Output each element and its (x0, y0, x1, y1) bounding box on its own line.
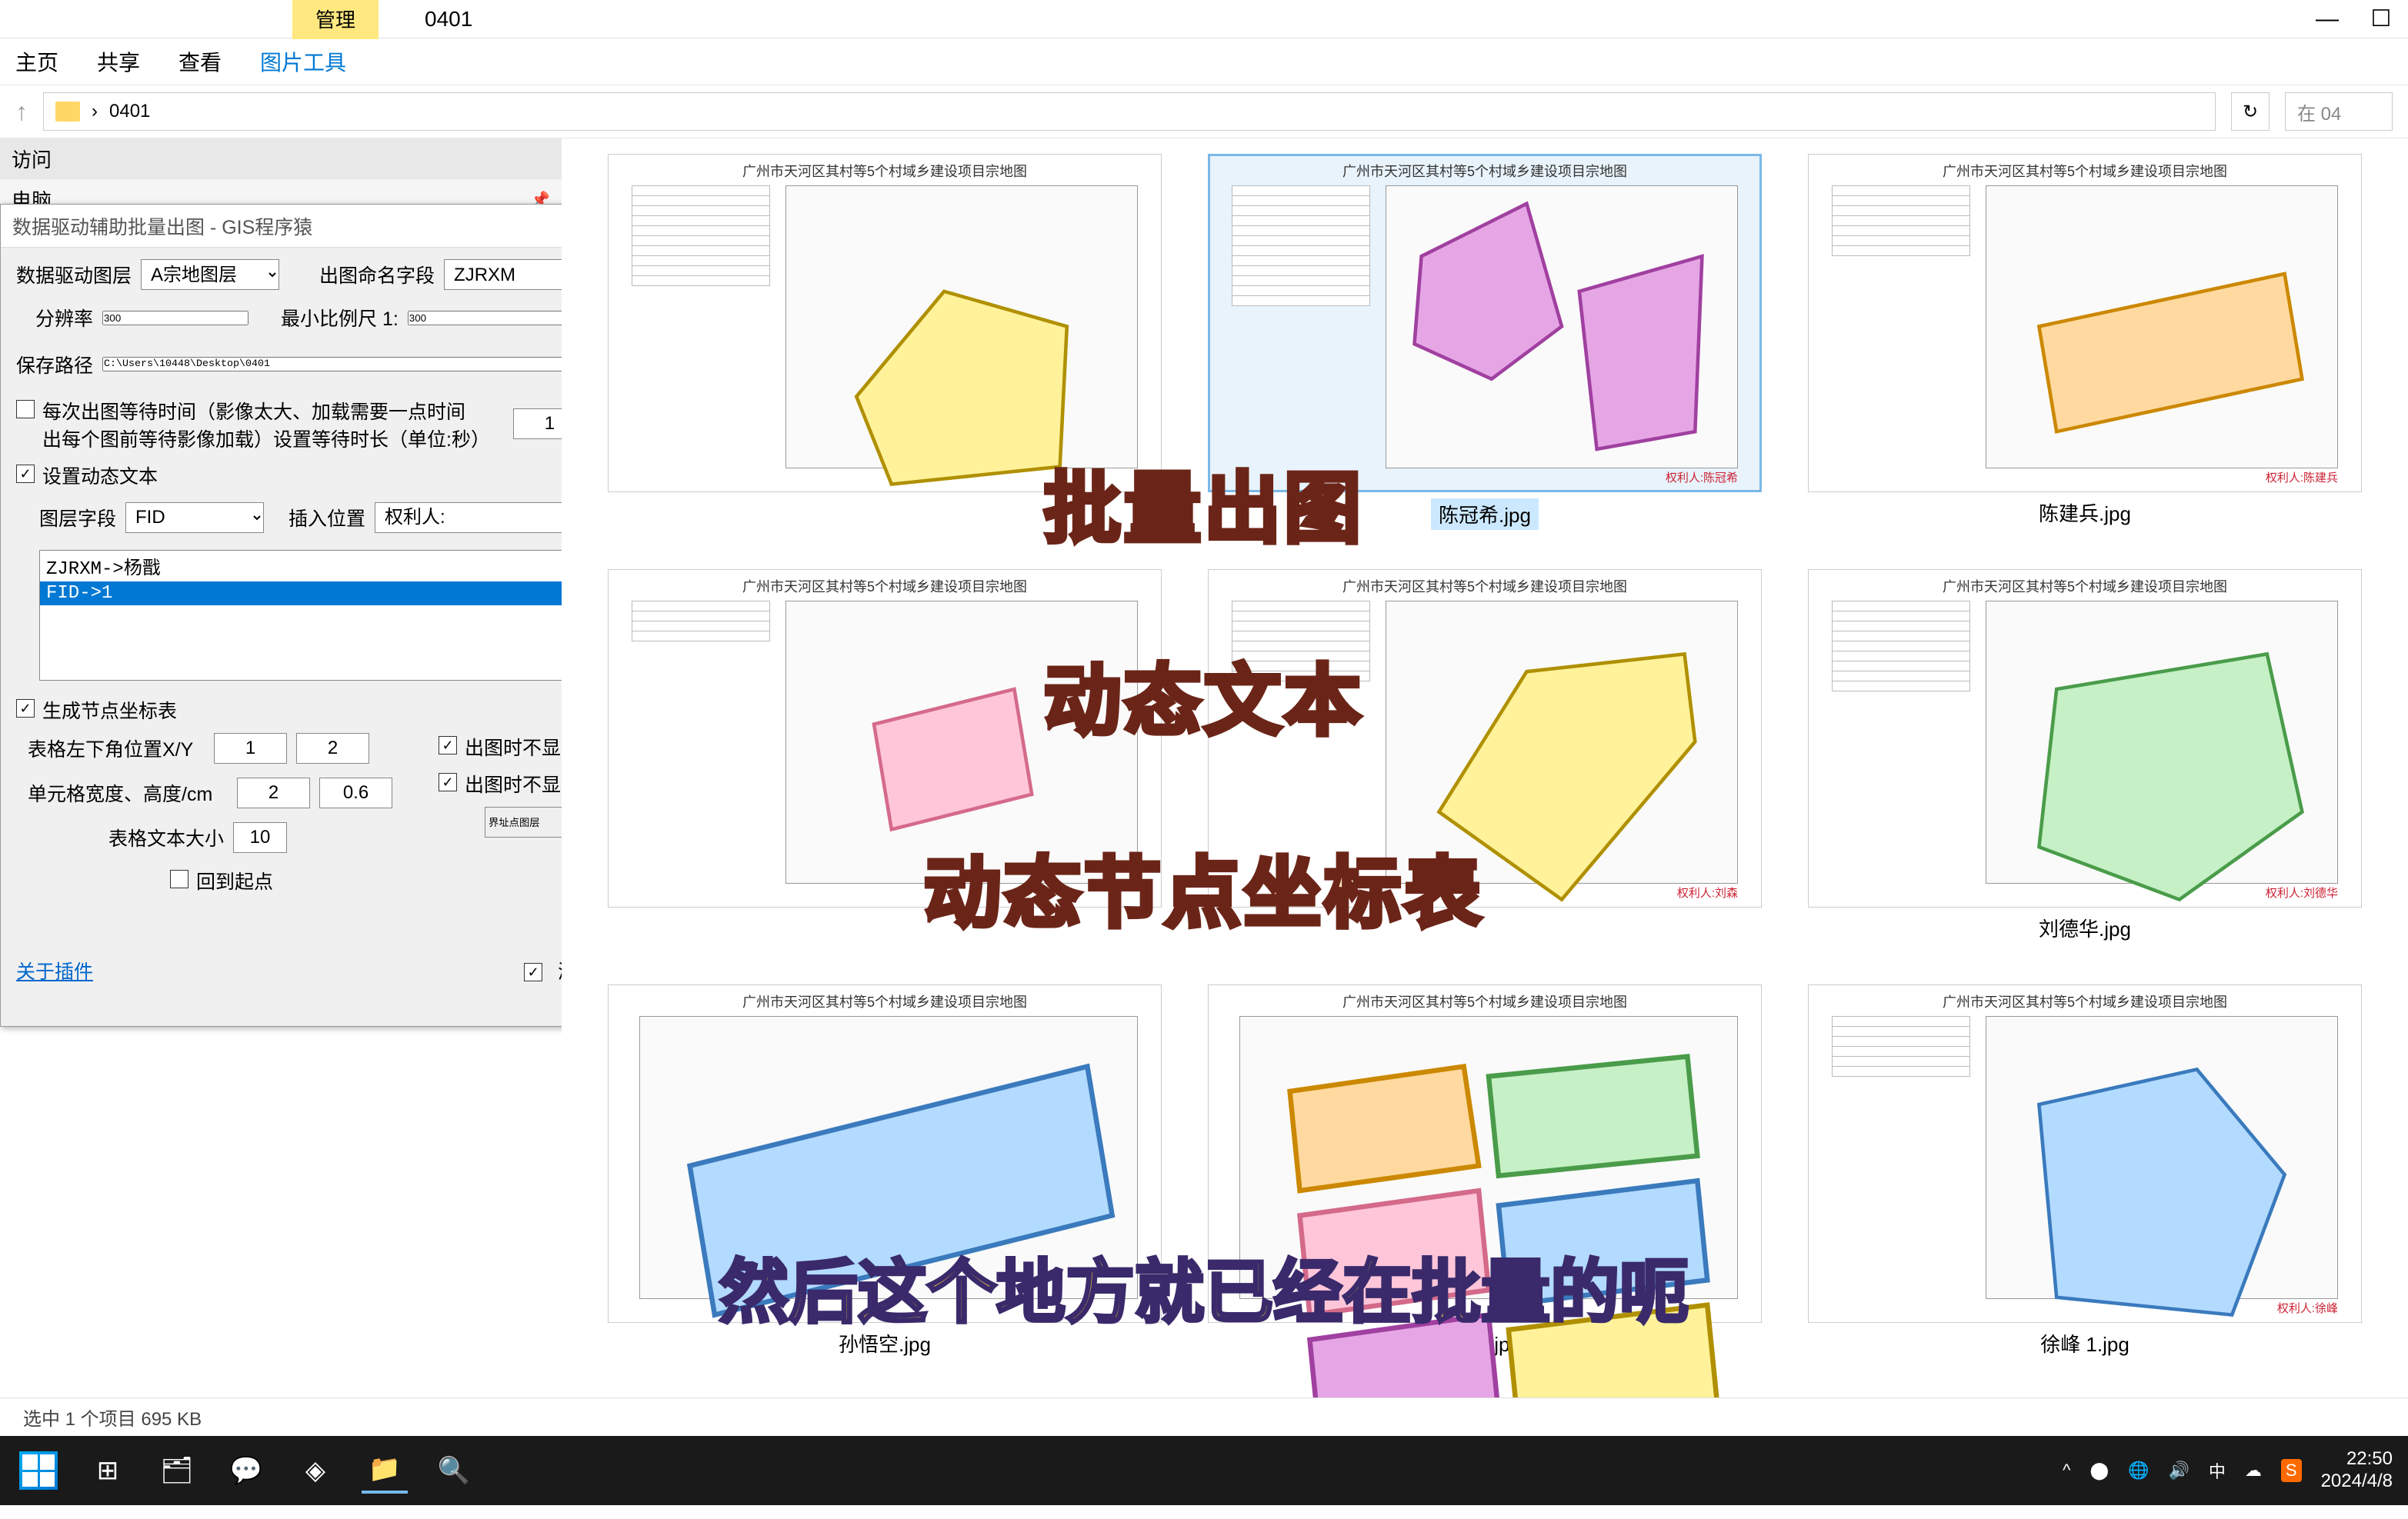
label-save-path: 保存路径 (16, 351, 93, 378)
select-layer[interactable]: A宗地图层 (141, 259, 279, 290)
tray-icon[interactable]: ☁ (2245, 1461, 2262, 1481)
sidebar-quick-access[interactable]: 访问 (0, 138, 562, 179)
input-font-size[interactable] (233, 822, 287, 853)
nav-up-icon[interactable]: ↑ (15, 98, 28, 126)
thumbnail-item[interactable]: 广州市天河区其村等5个村域乡建设项目宗地图▲ 权利人:刘德华 刘德华.jpg (1793, 569, 2377, 977)
input-save-path[interactable] (102, 357, 562, 371)
tab-view[interactable]: 查看 (178, 38, 222, 85)
tab-share[interactable]: 共享 (97, 38, 140, 85)
input-resolution[interactable] (102, 311, 248, 325)
video-subtitle: 然后这个地方就已经在批量的呃 (719, 1236, 1689, 1336)
overlay-title-2: 动态文本 (1044, 638, 1364, 750)
clock[interactable]: 22:50 2024/4/8 (2321, 1448, 2393, 1493)
checkbox-test10[interactable] (524, 963, 542, 981)
search-input[interactable]: 在 04 (2285, 92, 2393, 131)
label-name-field: 出图命名字段 (319, 261, 435, 288)
about-link[interactable]: 关于插件 (16, 957, 93, 984)
network-icon[interactable]: 🌐 (2128, 1461, 2149, 1481)
dialog-titlebar[interactable]: 数据驱动辅助批量出图 - GIS程序猿 — ☐ ✕ (1, 205, 562, 248)
ime-icon[interactable]: 中 (2209, 1458, 2226, 1483)
input-wait-seconds[interactable] (513, 408, 562, 439)
tab-image-tools[interactable]: 图片工具 (260, 38, 346, 85)
label-font-size: 表格文本大小 (108, 824, 224, 851)
taskbar: ⊞ 🗂 💬 ◈ 📁 🔍 ^ ⬤ 🌐 🔊 中 ☁ S 22:50 2024/4/8 (0, 1436, 2408, 1505)
sogou-icon[interactable]: S (2281, 1459, 2302, 1482)
maximize-button[interactable]: ☐ (2354, 0, 2408, 38)
input-cell-h[interactable] (319, 778, 392, 808)
checkbox-dynamic-text[interactable] (16, 465, 35, 483)
volume-icon[interactable]: 🔊 (2168, 1461, 2189, 1481)
input-scale[interactable] (408, 311, 562, 325)
label-dynamic-text: 设置动态文本 (42, 461, 158, 489)
wait-desc-1: 每次出图等待时间（影像太大、加载需要一点时间 (42, 397, 490, 425)
thumbnail-item[interactable]: 广州市天河区其村等5个村域乡建设项目宗地图▲ 权利人:陈建兵 陈建兵.jpg (1793, 154, 2377, 561)
select-jzd-layer[interactable]: 界址点图层 (485, 807, 562, 838)
minimize-button[interactable]: — (2300, 0, 2354, 38)
list-item[interactable]: ZJRXM->杨戬 (40, 551, 562, 581)
ribbon-context-tab[interactable]: 管理 (292, 0, 379, 39)
folder-icon (55, 102, 80, 122)
path-segment[interactable]: 0401 (109, 101, 150, 122)
thumbnail-item[interactable]: 广州市天河区其村等5个村域乡建设项目宗地图▲ 权利人:徐峰 徐峰 1.jpg (1793, 984, 2377, 1392)
label-test10: 测试10条数据 (558, 957, 562, 984)
address-box[interactable]: › 0401 (43, 92, 2216, 131)
address-bar: ↑ › 0401 ↻ 在 04 (0, 85, 2408, 138)
wait-desc-2: 出每个图前等待影像加载）设置等待时长（单位:秒） (42, 425, 490, 452)
checkbox-hide-jzd[interactable] (439, 773, 457, 791)
explorer-icon[interactable]: 📁 (362, 1447, 408, 1494)
overlay-title-1: 批量出图 (1044, 446, 1364, 558)
label-layer: 数据驱动图层 (16, 261, 132, 288)
dialog-title: 数据驱动辅助批量出图 - GIS程序猿 (12, 212, 312, 240)
input-cell-w[interactable] (237, 778, 310, 808)
refresh-button[interactable]: ↻ (2231, 92, 2270, 131)
checkbox-wait[interactable] (16, 400, 35, 418)
batch-export-dialog: 数据驱动辅助批量出图 - GIS程序猿 — ☐ ✕ 数据驱动图层 A宗地图层 出… (0, 204, 562, 1027)
label-table-pos: 表格左下角位置X/Y (28, 735, 205, 762)
select-name-field[interactable]: ZJRXM (444, 259, 562, 290)
label-hide-jzd: 出图时不显示其他地块界址点 (465, 770, 562, 798)
visual-studio-icon[interactable]: ◈ (292, 1447, 339, 1494)
select-insert-pos[interactable]: 权利人: (375, 502, 562, 533)
label-scale: 最小比例尺 1: (281, 304, 399, 331)
label-hide-blocks: 出图时不显示其他地块 (465, 733, 562, 761)
status-bar: 选中 1 个项目 695 KB (0, 1397, 2408, 1436)
status-text: 选中 1 个项目 695 KB (23, 1404, 202, 1431)
window-title: 0401 (425, 7, 472, 32)
path-separator: › (92, 101, 98, 122)
tab-home[interactable]: 主页 (15, 38, 58, 85)
checkbox-hide-blocks[interactable] (439, 736, 457, 755)
label-return-start: 回到起点 (196, 867, 273, 894)
start-button[interactable] (15, 1447, 62, 1494)
ribbon-tabs: 主页 共享 查看 图片工具 (0, 38, 2408, 85)
overlay-title-3: 动态节点坐标表 (924, 831, 1484, 942)
tray-icon[interactable]: ⬤ (2089, 1461, 2109, 1481)
label-layer-field: 图层字段 (39, 504, 116, 531)
search-icon[interactable]: 🔍 (431, 1447, 477, 1494)
list-item[interactable]: FID->1 (40, 581, 562, 605)
checkbox-return-start[interactable] (170, 870, 188, 888)
tray-up-icon[interactable]: ^ (2063, 1461, 2070, 1481)
input-pos-x[interactable] (214, 733, 287, 764)
label-insert-pos: 插入位置 (288, 504, 365, 531)
task-view-icon[interactable]: ⊞ (85, 1447, 131, 1494)
label-cell-size: 单元格宽度、高度/cm (28, 779, 228, 807)
system-tray[interactable]: ^ ⬤ 🌐 🔊 中 ☁ S 22:50 2024/4/8 (2063, 1448, 2393, 1493)
wechat-icon[interactable]: 💬 (223, 1447, 269, 1494)
select-layer-field[interactable]: FID (125, 502, 264, 533)
checkbox-coord-table[interactable] (16, 699, 35, 718)
label-coord-table: 生成节点坐标表 (42, 696, 177, 724)
app-icon[interactable]: 🗂 (154, 1447, 200, 1494)
sidebar: 访问 电脑📌 干活📌 数据驱动辅助批量出图 - GIS程序猿 — ☐ ✕ 数据驱… (0, 138, 562, 1451)
dynamic-text-list[interactable]: ZJRXM->杨戬 FID->1 (39, 550, 562, 681)
input-pos-y[interactable] (296, 733, 369, 764)
label-resolution: 分辨率 (16, 304, 93, 331)
titlebar: 管理 0401 — ☐ (0, 0, 2408, 38)
